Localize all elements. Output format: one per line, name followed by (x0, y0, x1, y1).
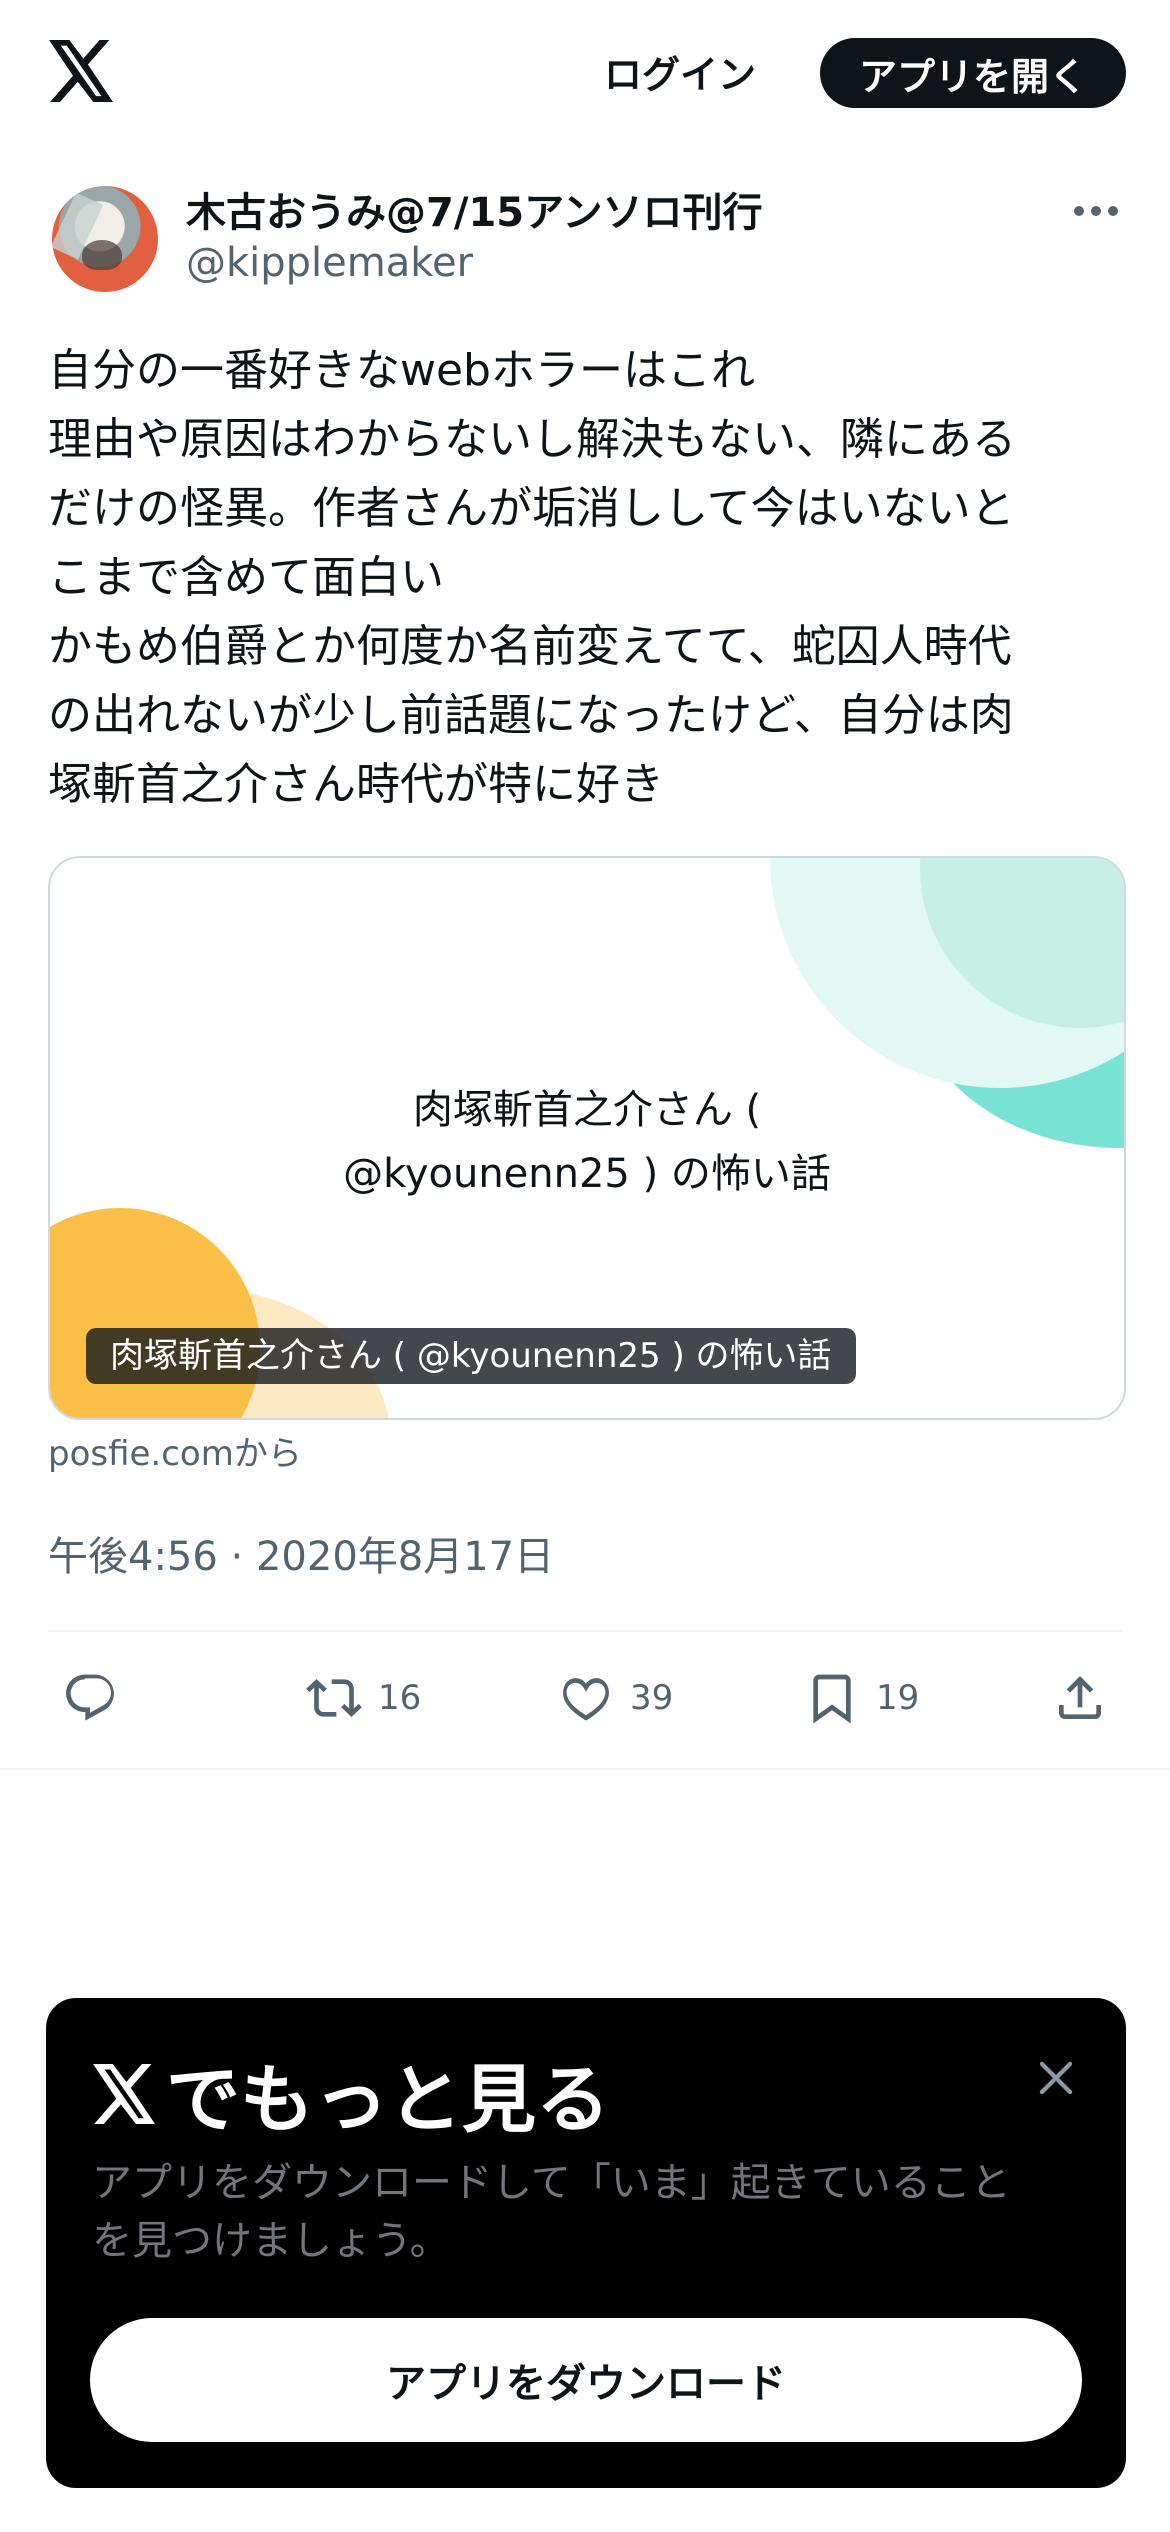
heart-icon (563, 1678, 609, 1721)
share-icon (1059, 1676, 1101, 1719)
more-options-icon[interactable] (1074, 206, 1118, 220)
author-name[interactable]: 木古おうみ@7/15アンソロ刊行 (186, 180, 763, 238)
close-icon[interactable] (1032, 2054, 1080, 2102)
link-card[interactable]: 肉塚斬首之介さん ( @kyounenn25 ) の怖い話 肉塚斬首之介さん (… (48, 856, 1126, 1420)
download-app-button[interactable]: アプリをダウンロード (90, 2318, 1082, 2442)
top-bar: ログイン アプリを開く (0, 0, 1170, 150)
app-promo-sheet: でもっと見る アプリをダウンロードして「いま」起きていること を見つけましょう。… (46, 1998, 1126, 2488)
retweet-icon (306, 1679, 362, 1717)
card-decoration (50, 1208, 260, 1418)
x-logo-icon (93, 2063, 155, 2124)
divider (0, 1768, 1170, 1770)
retweet-count: 16 (378, 1678, 422, 1718)
like-count: 39 (630, 1678, 674, 1718)
card-title-line2: @kyounenn25 ) の怖い話 (343, 1151, 831, 1197)
x-logo-icon[interactable] (48, 40, 116, 102)
reply-icon (66, 1674, 114, 1721)
tweet-text: 自分の一番好きなwebホラーはこれ 理由や原因はわからないし解決もない、隣にある… (48, 345, 1016, 810)
card-source[interactable]: posfie.comから (48, 1426, 302, 1475)
open-app-button[interactable]: アプリを開く (820, 38, 1126, 108)
card-caption: 肉塚斬首之介さん ( @kyounenn25 ) の怖い話 (86, 1328, 856, 1384)
bookmark-icon (813, 1674, 851, 1724)
retweet-button[interactable]: 16 (306, 1668, 421, 1728)
reply-button[interactable] (62, 1668, 118, 1728)
share-button[interactable] (1052, 1668, 1108, 1728)
like-button[interactable]: 39 (558, 1668, 673, 1728)
card-title-line1: 肉塚斬首之介さん ( (412, 1087, 762, 1133)
bookmark-count: 19 (876, 1678, 920, 1718)
author-handle[interactable]: @kipplemaker (186, 240, 473, 286)
bookmark-button[interactable]: 19 (804, 1668, 919, 1728)
tweet-timestamp[interactable]: 午後4:56 · 2020年8月17日 (48, 1524, 554, 1582)
avatar-art-face (82, 240, 122, 270)
sheet-title-text: でもっと見る (166, 2057, 610, 2143)
card-title: 肉塚斬首之介さん ( @kyounenn25 ) の怖い話 (50, 1078, 1124, 1206)
avatar[interactable] (52, 186, 158, 292)
login-link[interactable]: ログイン (604, 44, 756, 99)
divider (48, 1630, 1122, 1632)
sheet-title: でもっと見る (92, 2040, 610, 2147)
sheet-description: アプリをダウンロードして「いま」起きていること を見つけましょう。 (92, 2160, 1011, 2264)
